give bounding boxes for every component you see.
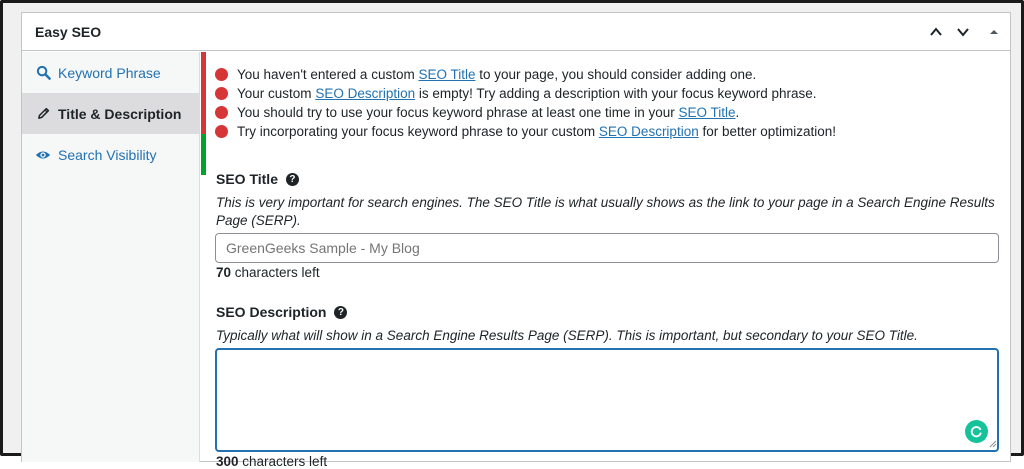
seo-description-label-text: SEO Description: [216, 304, 327, 320]
tab-label: Title & Description: [58, 105, 182, 122]
notice-text: to your page, you should consider adding…: [479, 67, 757, 82]
error-dot-icon: [215, 106, 228, 119]
seo-description-textarea[interactable]: [215, 348, 999, 452]
resize-handle-icon[interactable]: [989, 440, 997, 448]
seo-notices: You haven't entered a custom SEO Title t…: [215, 65, 836, 141]
easy-seo-metabox: Easy SEO Keyword Phrase Title & Descript…: [21, 12, 1011, 469]
tab-title-description[interactable]: Title & Description: [22, 93, 206, 134]
tab-label: Search Visibility: [58, 146, 157, 163]
move-down-button[interactable]: [952, 21, 974, 43]
seo-description-link[interactable]: SEO Description: [315, 86, 415, 101]
metabox-title: Easy SEO: [35, 24, 102, 40]
seo-title-link[interactable]: SEO Title: [418, 67, 475, 82]
tab-search-visibility[interactable]: Search Visibility: [22, 134, 206, 175]
notice-item: You should try to use your focus keyword…: [215, 103, 836, 122]
status-indicator-error: [201, 93, 206, 134]
tab-keyword-phrase[interactable]: Keyword Phrase: [22, 52, 206, 93]
error-dot-icon: [215, 68, 228, 81]
pencil-icon: [35, 106, 51, 122]
eye-icon: [35, 147, 51, 163]
grammarly-icon[interactable]: [965, 420, 988, 443]
notice-text: You haven't entered a custom: [237, 67, 415, 82]
seo-title-label: SEO Title ?: [216, 171, 299, 187]
chars-left-label: characters left: [231, 265, 320, 280]
seo-title-label-text: SEO Title: [216, 171, 278, 187]
chars-left-count: 70: [216, 265, 232, 280]
error-dot-icon: [215, 125, 228, 138]
seo-description-label: SEO Description ?: [216, 304, 348, 320]
chars-left-count: 300: [216, 454, 239, 469]
notice-text: Try incorporating your focus keyword phr…: [237, 124, 596, 139]
tab-content: You haven't entered a custom SEO Title t…: [215, 52, 1010, 469]
notice-text: Your custom: [237, 86, 312, 101]
seo-title-help-line: This is very important for search engine…: [216, 195, 995, 210]
status-indicator-error: [201, 52, 206, 93]
seo-description-help-text: Typically what will show in a Search Eng…: [216, 328, 918, 343]
notice-item: Your custom SEO Description is empty! Tr…: [215, 84, 836, 103]
seo-description-char-counter: 300 characters left: [216, 454, 327, 469]
notice-text: .: [735, 105, 740, 120]
chevron-up-icon: [930, 27, 942, 36]
screenshot-frame: Easy SEO Keyword Phrase Title & Descript…: [0, 0, 1024, 469]
notice-text: You should try to use your focus keyword…: [237, 105, 675, 120]
chars-left-label: characters left: [238, 454, 328, 469]
seo-title-input[interactable]: [215, 233, 999, 263]
notice-text: is empty! Try adding a description with …: [418, 86, 817, 101]
help-icon[interactable]: ?: [285, 172, 299, 186]
notice-text: for better optimization!: [702, 124, 837, 139]
seo-tabs-sidebar: Keyword Phrase Title & Description Searc…: [22, 52, 206, 462]
notice-item: Try incorporating your focus keyword phr…: [215, 122, 836, 141]
tab-label: Keyword Phrase: [58, 64, 161, 81]
error-dot-icon: [215, 87, 228, 100]
seo-description-link[interactable]: SEO Description: [599, 124, 699, 139]
seo-title-char-counter: 70 characters left: [216, 265, 320, 280]
search-icon: [35, 65, 51, 81]
chevron-down-icon: [957, 28, 969, 37]
seo-title-link[interactable]: SEO Title: [679, 105, 736, 120]
caret-up-icon: [990, 30, 998, 34]
metabox-header: Easy SEO: [22, 13, 1010, 51]
status-indicator-success: [201, 134, 206, 175]
move-up-button[interactable]: [925, 21, 947, 43]
toggle-panel-button[interactable]: [983, 21, 1005, 43]
seo-title-help-line: Page (SERP).: [216, 213, 301, 228]
seo-title-help-text: This is very important for search engine…: [216, 194, 995, 230]
notice-item: You haven't entered a custom SEO Title t…: [215, 65, 836, 84]
help-icon[interactable]: ?: [334, 305, 348, 319]
